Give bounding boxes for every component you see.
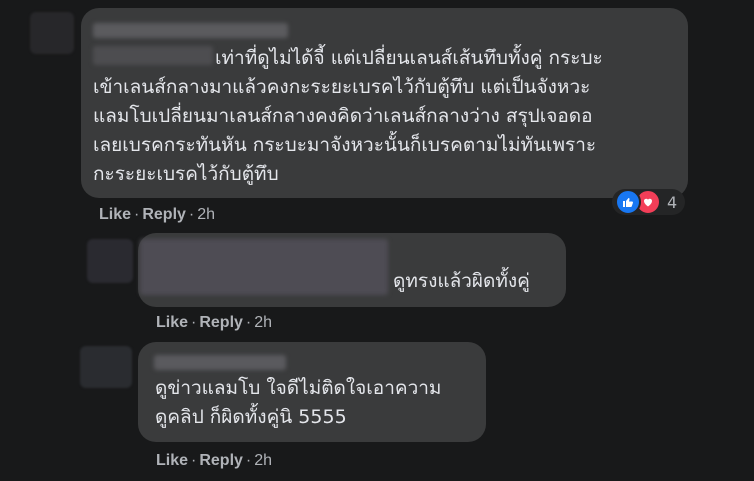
- like-button[interactable]: Like: [156, 314, 188, 331]
- comment-text: ดูทรงแล้วผิดทั้งคู่: [393, 270, 530, 292]
- separator: ·: [134, 206, 140, 223]
- comment-actions: Like · Reply · 2h: [156, 314, 272, 332]
- separator: ·: [191, 314, 197, 331]
- thumbs-up-icon: [615, 189, 641, 215]
- reaction-count: 4: [667, 192, 678, 212]
- reply-button[interactable]: Reply: [199, 452, 243, 469]
- separator: ·: [245, 452, 252, 469]
- commenter-name-redacted[interactable]: [140, 239, 388, 295]
- reactions-summary[interactable]: 4: [612, 189, 686, 215]
- comment-bubble: ดูข่าวแลมโบ ใจดีไม่ติดใจเอาความ ดูคลิป ก…: [138, 342, 486, 442]
- comment-actions: Like · Reply · 2h: [156, 452, 272, 470]
- reply-button[interactable]: Reply: [142, 206, 186, 223]
- separator: ·: [191, 452, 197, 469]
- timestamp[interactable]: 2h: [197, 206, 215, 223]
- commenter-name-redacted[interactable]: [154, 355, 286, 370]
- comment-text: ดูข่าวแลมโบ ใจดีไม่ติดใจเอาความ ดูคลิป ก…: [155, 377, 442, 428]
- separator: ·: [188, 206, 195, 223]
- comment-actions: Like · Reply · 2h: [99, 206, 215, 224]
- separator: ·: [245, 314, 252, 331]
- comment-text: เท่าที่ดูไม่ได้จี้ แต่เปลี่ยนเลนส์เส้นทึ…: [93, 47, 603, 185]
- like-button[interactable]: Like: [99, 206, 131, 223]
- avatar[interactable]: [87, 239, 133, 283]
- commenter-name-redacted[interactable]: [93, 23, 288, 38]
- timestamp[interactable]: 2h: [254, 452, 272, 469]
- avatar[interactable]: [80, 346, 132, 388]
- timestamp[interactable]: 2h: [254, 314, 272, 331]
- avatar[interactable]: [30, 12, 74, 54]
- comment-bubble: ดูทรงแล้วผิดทั้งคู่: [138, 233, 566, 307]
- reply-button[interactable]: Reply: [199, 314, 243, 331]
- comment-bubble: เท่าที่ดูไม่ได้จี้ แต่เปลี่ยนเลนส์เส้นทึ…: [81, 8, 688, 198]
- like-button[interactable]: Like: [156, 452, 188, 469]
